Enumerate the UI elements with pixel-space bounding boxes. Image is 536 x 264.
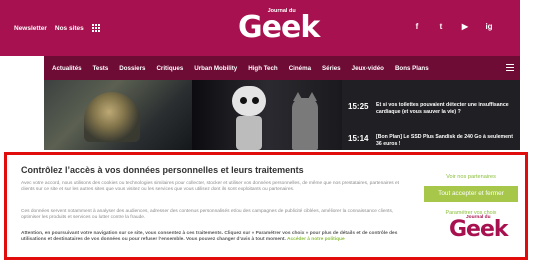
accept-all-button[interactable]: Tout accepter et fermer (424, 186, 518, 202)
news-time: 15:14 (348, 134, 369, 143)
newsletter-link[interactable]: Newsletter (14, 25, 47, 32)
featured-image-1[interactable] (44, 80, 192, 150)
social-links: f t ▶ ig (412, 22, 494, 31)
nav-item-critiques[interactable]: Critiques (156, 65, 183, 72)
consent-logo: Journal du Geek (449, 215, 509, 242)
news-title[interactable]: [Bon Plan] Le SSD Plus Sandisk de 240 Go… (376, 134, 516, 148)
main-nav: Actualités Tests Dossiers Critiques Urba… (44, 56, 520, 80)
nav-item-tests[interactable]: Tests (93, 65, 109, 72)
consent-logo-big-text: Geek (449, 217, 509, 242)
consent-dialog: Contrôlez l’accès à vos données personne… (4, 152, 528, 260)
partners-link[interactable]: Voir nos partenaires (423, 174, 519, 180)
youtube-icon[interactable]: ▶ (460, 22, 470, 31)
consent-paragraph-1: Avec votre accord, nous utilisons des co… (21, 181, 399, 193)
consent-paragraph-3: Attention, en poursuivant votre navigati… (21, 231, 403, 244)
nav-item-urban-mobility[interactable]: Urban Mobility (194, 65, 237, 72)
site-header: Newsletter Nos sites Journal du Geek f t… (0, 0, 520, 56)
consent-paragraph-2: Ces données servent notamment à analyser… (21, 209, 394, 221)
grid-icon[interactable] (91, 24, 100, 32)
armor-figure (84, 92, 140, 142)
nos-sites-link[interactable]: Nos sites (55, 25, 84, 32)
latest-news: 15:25 Et si vos toilettes pouvaient déte… (348, 80, 520, 150)
twitter-icon[interactable]: t (436, 22, 446, 31)
news-title[interactable]: Et si vos toilettes pouvaient détecter u… (376, 102, 516, 116)
nav-item-cinema[interactable]: Cinéma (289, 65, 311, 72)
news-item[interactable]: 15:14 [Bon Plan] Le SSD Plus Sandisk de … (348, 134, 520, 148)
featured-image-2[interactable] (192, 80, 342, 150)
cat-figure (292, 92, 318, 150)
news-item[interactable]: 15:25 Et si vos toilettes pouvaient déte… (348, 102, 520, 116)
consent-actions: Voir nos partenaires Tout accepter et fe… (423, 173, 519, 216)
page: Newsletter Nos sites Journal du Geek f t… (0, 0, 536, 264)
robot-head (232, 86, 266, 116)
news-time: 15:25 (348, 102, 369, 111)
logo-big-text: Geek (238, 10, 320, 45)
nav-item-dossiers[interactable]: Dossiers (119, 65, 145, 72)
nav-item-series[interactable]: Séries (322, 65, 341, 72)
nav-item-bons-plans[interactable]: Bons Plans (395, 65, 429, 72)
menu-icon[interactable] (506, 64, 514, 71)
robot-body (236, 116, 262, 150)
instagram-icon[interactable]: ig (484, 22, 494, 31)
nav-item-actualites[interactable]: Actualités (52, 65, 82, 72)
site-logo[interactable]: Journal du Geek (238, 8, 320, 45)
nav-item-high-tech[interactable]: High Tech (248, 65, 277, 72)
nav-item-jeux-video[interactable]: Jeux-vidéo (352, 65, 384, 72)
facebook-icon[interactable]: f (412, 22, 422, 31)
policy-link[interactable]: Accéder à notre politique (287, 237, 345, 242)
consent-title: Contrôlez l’accès à vos données personne… (21, 165, 304, 175)
header-left: Newsletter Nos sites (14, 24, 100, 32)
